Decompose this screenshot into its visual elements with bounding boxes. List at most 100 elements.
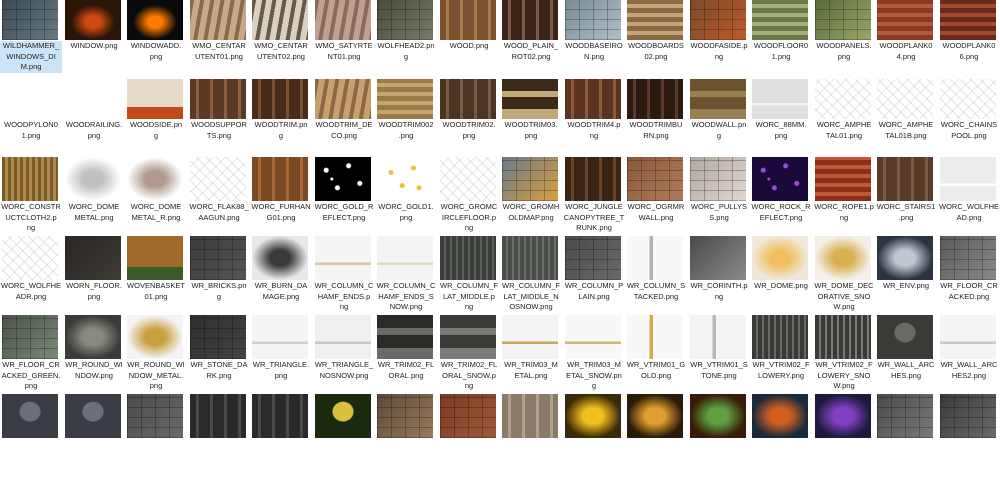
file-thumbnail — [190, 0, 246, 40]
file-name: WOODBOARDS 02.png — [625, 41, 687, 62]
file-name-line: ng — [464, 223, 474, 232]
file-name: WR_TRIANGLE_ NOSNOW.png — [313, 360, 375, 381]
file-name-line: NOW.png — [389, 302, 423, 311]
file-thumbnail — [440, 236, 496, 280]
file-name-line: WR_ROUND_WI — [65, 360, 123, 369]
file-name: WOODTRIM_DE CO.png — [313, 120, 375, 141]
file-name-line: M.png — [20, 62, 42, 71]
file-thumbnail — [440, 315, 496, 359]
file-name: WORC_OGRMR WALL.png — [625, 202, 687, 223]
file-thumbnail — [315, 0, 371, 40]
file-name-line: WORC_FURHAN — [251, 202, 311, 211]
file-thumbnail — [127, 315, 183, 359]
file-name-line: WORN_FLOOR. — [66, 281, 122, 290]
file-name-line: WINDOWS_DI — [6, 51, 56, 61]
file-name: WR_BRICKS.pn g — [188, 281, 250, 302]
file-name-line: WOODRAILING. — [65, 120, 123, 129]
file-name-line: TS.png — [206, 130, 232, 140]
file-name-line: WORC_GROMC — [440, 202, 498, 211]
file-name-line: WR_DOME_DEC — [814, 281, 874, 290]
file-name: WR_COLUMN_C HAMF_ENDS.p ng — [313, 281, 375, 313]
file-name-line: WORC_88MM. — [755, 120, 807, 129]
file-name-line: WORC_AMPHE — [878, 120, 934, 129]
file-name: WR_BURN_DA MAGE.png — [250, 281, 312, 302]
file-name-line: WORC_FLAK88_ — [189, 202, 249, 211]
file-name-line: HAMF_ENDS.p — [317, 291, 371, 301]
file-name-line: WOODTRIM002 — [378, 120, 434, 129]
file-name-line: W.png — [833, 302, 855, 311]
file-name: WR_COLUMN_F LAT_MIDDLE.p ng — [438, 281, 500, 313]
file-name-line: WR_TRIANGLE_ — [314, 360, 374, 369]
file-thumbnail — [315, 157, 371, 201]
file-name-line: NT01.png — [327, 51, 361, 61]
file-name-line: ng — [589, 130, 599, 140]
file-name-line: UTENT01.png — [195, 51, 243, 61]
file-name-line: ORAL_SNOW.p — [442, 370, 496, 380]
file-name: WOODBASEIRO N.png — [563, 41, 625, 62]
file-thumbnail — [565, 0, 621, 40]
file-thumbnail — [127, 157, 183, 201]
file-thumbnail — [127, 236, 183, 280]
file-name-line: WOODPLANK0 — [942, 41, 996, 50]
file-name-line: ETAL.png — [514, 370, 548, 380]
file-name-line: LAT_MIDDLE.p — [443, 291, 495, 301]
file-name-line: OLD.png — [640, 370, 672, 380]
file-name-line: AD.png — [956, 212, 982, 222]
file-name-line: TONE.png — [701, 370, 737, 380]
file-name: WORC_88MM. png — [750, 120, 812, 141]
file-name: WORC_ROCK_R EFLECT.png — [750, 202, 812, 223]
file-name-line: WORC_PULLYS — [690, 202, 748, 211]
file-name-line: NDOW_METAL. — [128, 370, 184, 380]
file-thumbnail — [690, 236, 746, 280]
file-thumbnail — [690, 394, 746, 438]
file-name-line: png — [774, 130, 788, 140]
file-name-line: WR_VTRIM02_F — [752, 360, 810, 369]
file-name: WORC_GROMH OLDMAP.png — [500, 202, 562, 223]
file-name: WOODTRIM.pn g — [250, 120, 312, 141]
file-name-line: WOOD.png — [449, 41, 489, 50]
file-thumbnail — [2, 394, 58, 438]
file-name-line: WR_TRIANGLE. — [252, 360, 310, 369]
file-thumbnail — [565, 236, 621, 280]
file-name: WORN_FLOOR. png — [63, 281, 125, 302]
file-thumbnail — [502, 315, 558, 359]
file-name: WMO_CENTAR UTENT02.png — [250, 41, 312, 62]
file-name-line: NOSNOW.png — [319, 370, 369, 380]
file-thumbnail — [377, 157, 433, 201]
file-name-line: ADR.png — [15, 291, 47, 301]
file-name-line: HES2.png — [951, 370, 987, 380]
file-name-line: WR_COLUMN_P — [564, 281, 624, 290]
file-name-line: png — [837, 51, 851, 61]
file-name: WORC_DOME METAL.png — [63, 202, 125, 223]
file-name: WOODPLANK0 6.png — [938, 41, 1000, 62]
file-thumbnail — [65, 315, 121, 359]
file-name: WMO_SATYRTE NT01.png — [313, 41, 375, 62]
file-name-line: WOODBASEIRO — [565, 41, 623, 50]
file-thumbnail — [815, 394, 871, 438]
file-name-line: 02.png — [644, 51, 668, 61]
file-thumbnail — [377, 79, 433, 119]
file-thumbnail — [2, 157, 58, 201]
file-name-line: WR_VTRIM01_G — [626, 360, 686, 369]
file-thumbnail — [940, 157, 996, 201]
file-thumbnail — [752, 236, 808, 280]
file-thumbnail — [877, 157, 933, 201]
file-thumbnail — [940, 79, 996, 119]
file-name: WOLFHEAD2.pn g — [375, 41, 437, 62]
file-name-line: NDOW.png — [75, 370, 113, 380]
file-name-line: ng — [26, 223, 36, 232]
file-name: WOODFLOOR0 1.png — [750, 41, 812, 62]
file-name-line: WOODFASIDE.p — [690, 41, 748, 50]
file-thumbnail — [2, 0, 58, 40]
file-name: WR_VTRIM01_G OLD.png — [625, 360, 687, 381]
file-name: WORC_JUNGLE CANOPYTREE_T RUNK.png — [563, 202, 625, 234]
file-name-line: WOODTRIM03. — [504, 120, 558, 129]
file-name: WORC_DOME METAL_R.png — [125, 202, 187, 223]
file-name: WR_TRIM03_M ETAL_SNOW.pn g — [563, 360, 625, 392]
file-name-line: WR_TRIM02_FL — [377, 360, 435, 369]
file-name: WOODWALL.pn g — [688, 120, 750, 141]
file-name-line: ACKED.png — [948, 291, 990, 301]
file-name-line: WR_DOME.png — [754, 281, 808, 290]
file-name-line: WR_ROUND_WI — [127, 360, 185, 369]
file-name-line: WR_FLOOR_CR — [940, 281, 998, 290]
